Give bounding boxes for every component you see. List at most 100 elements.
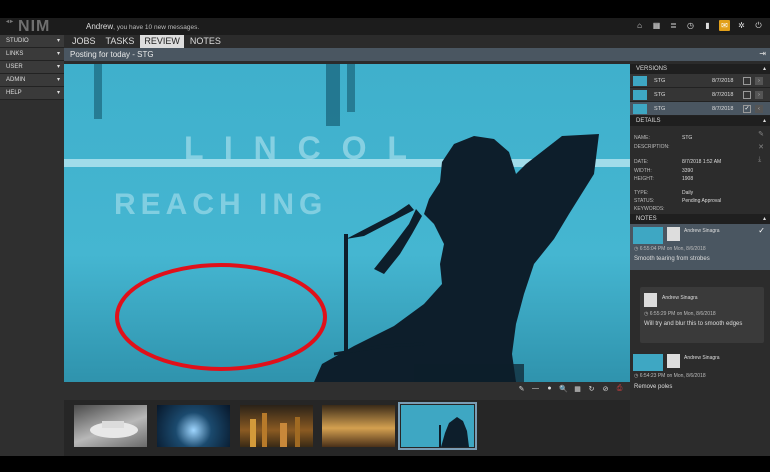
tab-notes[interactable]: NOTES	[186, 35, 225, 48]
delete-icon[interactable]: ✕	[758, 143, 764, 151]
download-icon[interactable]: ⤓	[758, 156, 764, 164]
detail-value: Daily	[682, 190, 694, 196]
version-row[interactable]: STG 8/7/2018 ›	[630, 88, 770, 102]
detail-label: DESCRIPTION:	[634, 144, 670, 150]
note-item[interactable]: Andrew Sinagra ✓ ◷ 6:55:04 PM on Mon, 8/…	[630, 224, 770, 270]
gear-icon[interactable]: ✲	[736, 20, 747, 31]
messages-text: , you have 10 new messages.	[113, 24, 200, 31]
note-item[interactable]: Andrew Sinagra ◷ 6:54:23 PM on Mon, 8/6/…	[630, 351, 770, 396]
version-thumbnail	[633, 90, 647, 100]
note-thumbnail	[633, 227, 663, 244]
note-time: ◷ 6:55:29 PM on Mon, 8/6/2018	[644, 311, 716, 317]
sidebar-item-admin[interactable]: ADMIN	[0, 74, 64, 87]
version-checkbox[interactable]	[743, 91, 751, 99]
notes-header[interactable]: NOTES	[630, 214, 770, 224]
details-panel: NAME: STG DESCRIPTION: DATE: 8/7/2018 1:52…	[630, 126, 770, 214]
note-text: Will try and blur this to smooth edges	[644, 321, 743, 327]
note-author: Andrew Sinagra	[684, 228, 720, 234]
mail-icon[interactable]: ✉	[719, 20, 730, 31]
logo[interactable]: ◂▸ NIM	[6, 18, 50, 36]
notes-list: Andrew Sinagra ✓ ◷ 6:55:04 PM on Mon, 8/…	[630, 224, 770, 444]
version-name: STG	[654, 92, 666, 98]
line-tool-icon[interactable]: —	[531, 385, 540, 393]
grid-tool-icon[interactable]: ▦	[573, 385, 582, 393]
detail-label: NAME:	[634, 135, 650, 141]
detail-value: 1908	[682, 176, 694, 182]
edit-icon[interactable]: ✎	[758, 130, 764, 138]
avatar	[667, 227, 680, 241]
svg-text:REACH ING: REACH ING	[114, 188, 327, 221]
filmstrip	[64, 400, 630, 456]
detail-label: DATE:	[634, 159, 649, 165]
sidebar-item-studio[interactable]: STUDIO	[0, 35, 64, 48]
detail-value: Pending Approval	[682, 198, 722, 204]
sidebar-item-help[interactable]: HELP	[0, 87, 64, 100]
chevron-right-icon[interactable]: ›	[755, 91, 763, 99]
chevron-right-icon[interactable]: ›	[755, 77, 763, 85]
right-panel: VERSIONS STG 8/7/2018 › STG 8/7/2018 › S…	[630, 64, 770, 456]
thumbnail-city-skyline[interactable]	[322, 405, 395, 447]
home-icon[interactable]: ⌂	[634, 20, 645, 31]
detail-value: 3390	[682, 168, 694, 174]
thumbnail-singer[interactable]	[398, 402, 477, 450]
version-name: STG	[654, 78, 666, 84]
thumbnail-city-night[interactable]	[240, 405, 313, 447]
note-reply[interactable]: Andrew Sinagra ◷ 6:55:29 PM on Mon, 8/6/…	[640, 287, 764, 343]
export-pdf-icon[interactable]: ⎙	[615, 385, 624, 393]
detail-label: WIDTH:	[634, 168, 652, 174]
tab-jobs[interactable]: JOBS	[68, 35, 100, 48]
clock-icon[interactable]: ◷	[685, 20, 696, 31]
details-header[interactable]: DETAILS	[630, 116, 770, 126]
bookmark-icon[interactable]: ▮	[702, 20, 713, 31]
detail-label: HEIGHT:	[634, 176, 654, 182]
version-thumbnail	[633, 76, 647, 86]
grid-icon[interactable]: ▦	[651, 20, 662, 31]
note-time: ◷ 6:54:23 PM on Mon, 8/6/2018	[634, 373, 706, 379]
zoom-icon[interactable]: 🔍	[559, 385, 568, 393]
list-icon[interactable]: ≣	[668, 20, 679, 31]
version-date: 8/7/2018	[712, 92, 734, 98]
version-row[interactable]: STG 8/7/2018 ›	[630, 74, 770, 88]
exit-icon[interactable]: ⇥	[759, 49, 766, 58]
review-frame: L I N C O L REACH ING	[64, 64, 630, 382]
pen-tool-icon[interactable]: ✎	[517, 385, 526, 393]
thumbnail-blue-scene[interactable]	[157, 405, 230, 447]
welcome-message: Andrew, you have 10 new messages.	[86, 22, 199, 31]
note-text: Smooth tearing from strobes	[634, 256, 710, 262]
header-icons: ⌂ ▦ ≣ ◷ ▮ ✉ ✲ ⏻	[634, 20, 764, 31]
thumbnail-car[interactable]	[74, 405, 147, 447]
avatar	[667, 354, 680, 368]
brush-size-icon[interactable]: ●	[545, 385, 554, 393]
note-time: ◷ 6:55:04 PM on Mon, 8/6/2018	[634, 246, 706, 252]
user-name: Andrew	[86, 22, 114, 31]
rotate-icon[interactable]: ↻	[587, 385, 596, 393]
note-author: Andrew Sinagra	[662, 295, 698, 301]
page-title: Posting for today - STG	[70, 50, 154, 59]
avatar	[644, 293, 657, 307]
version-checkbox[interactable]	[743, 77, 751, 85]
logo-text: NIM	[18, 18, 51, 35]
chevron-left-icon[interactable]: ‹	[755, 105, 763, 113]
sidebar-item-links[interactable]: LINKS	[0, 48, 64, 61]
annotation-toolbar: ✎ — ● 🔍 ▦ ↻ ⊘ ⎙	[64, 382, 630, 400]
review-header: Posting for today - STG ⇥	[64, 48, 770, 61]
sidebar: STUDIO LINKS USER ADMIN HELP	[0, 35, 64, 456]
tab-tasks[interactable]: TASKS	[102, 35, 139, 48]
version-thumbnail	[633, 104, 647, 114]
app-window: ◂▸ NIM Andrew, you have 10 new messages. …	[0, 18, 770, 456]
note-thumbnail	[633, 354, 663, 371]
version-checkbox-checked[interactable]: ✓	[743, 105, 751, 113]
clear-icon[interactable]: ⊘	[601, 385, 610, 393]
versions-header[interactable]: VERSIONS	[630, 64, 770, 74]
sidebar-item-user[interactable]: USER	[0, 61, 64, 74]
detail-value: 8/7/2018 1:52 AM	[682, 159, 722, 165]
detail-label: TYPE:	[634, 190, 649, 196]
logo-mark: ◂▸	[6, 19, 15, 25]
check-icon[interactable]: ✓	[758, 226, 765, 235]
note-author: Andrew Sinagra	[684, 355, 720, 361]
power-icon[interactable]: ⏻	[753, 20, 764, 31]
media-viewer[interactable]: L I N C O L REACH ING	[64, 64, 630, 382]
tab-review[interactable]: REVIEW	[140, 35, 184, 48]
top-bar: ◂▸ NIM Andrew, you have 10 new messages. …	[0, 18, 770, 35]
version-row-selected[interactable]: STG 8/7/2018 ✓ ‹	[630, 102, 770, 116]
